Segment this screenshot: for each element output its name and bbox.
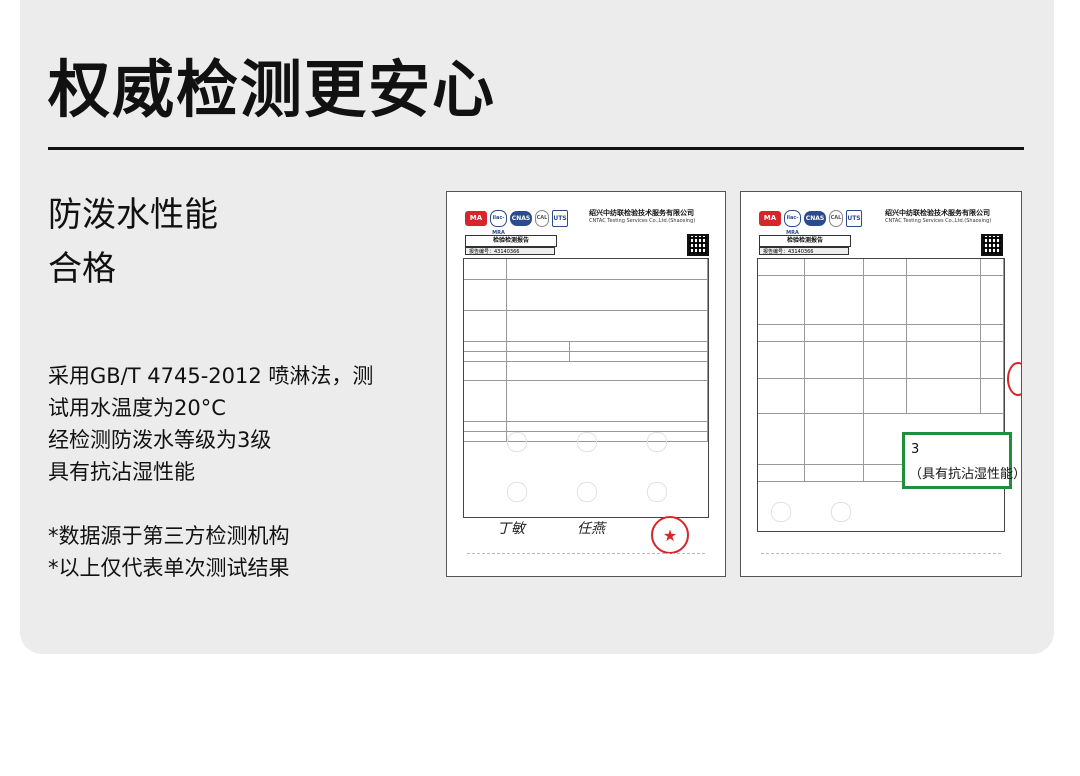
- report-title: 检验检测报告: [465, 235, 557, 247]
- uts-logo: UTS: [846, 210, 862, 227]
- cnas-logo: CNAS: [804, 211, 826, 226]
- red-seal-stamp-icon: ★: [651, 516, 689, 554]
- test-report-image-1: MA ilac-MRACNAS CAL UTS 绍兴中纺联检验技术服务有限公司 CNT…: [446, 191, 726, 577]
- test-report-image-2: MA ilac-MRACNAS CAL UTS 绍兴中纺联检验技术服务有限公司 CNT…: [740, 191, 1022, 577]
- qr-code-icon: [687, 234, 709, 256]
- footnote-2: *以上仅代表单次测试结果: [48, 556, 290, 580]
- title-divider: [48, 147, 1024, 150]
- footnotes: *数据源于第三方检测机构 *以上仅代表单次测试结果: [48, 520, 290, 584]
- watermark-icon: [577, 482, 597, 502]
- report-title: 检验检测报告: [759, 235, 851, 247]
- report-footer: [761, 553, 1001, 562]
- description: 采用GB/T 4745-2012 喷淋法，测 试用水温度为20°C 经检测防泼水…: [48, 360, 373, 488]
- cal-logo: CAL: [829, 210, 843, 227]
- result-highlight-box: 3 （具有抗沾湿性能）: [902, 432, 1026, 489]
- report-header: MA ilac-MRACNAS CAL UTS 绍兴中纺联检验技术服务有限公司 CNT…: [759, 208, 1003, 236]
- watermark-icon: [647, 482, 667, 502]
- watermark-icon: [831, 502, 851, 522]
- org-name: 绍兴中纺联检验技术服务有限公司 CNTAC Testing Services C…: [885, 208, 1003, 224]
- page-title: 权威检测更安心: [48, 53, 497, 126]
- cal-logo: CAL: [535, 210, 549, 227]
- description-line-4: 具有抗沾湿性能: [48, 460, 195, 484]
- org-name: 绍兴中纺联检验技术服务有限公司 CNTAC Testing Services C…: [589, 208, 707, 224]
- footnote-1: *数据源于第三方检测机构: [48, 524, 290, 548]
- ma-logo: MA: [465, 211, 487, 226]
- signature-1: 丁敏: [497, 521, 525, 537]
- report-number: 报告编号：43140366: [759, 247, 849, 255]
- watermark-icon: [577, 432, 597, 452]
- report-footer: [467, 553, 705, 562]
- watermark-icon: [507, 432, 527, 452]
- ilac-logo: ilac-MRA: [784, 210, 801, 236]
- report-table: [757, 258, 1005, 532]
- anti-wetting-note: （具有抗沾湿性能）: [909, 467, 1027, 482]
- uts-logo: UTS: [552, 210, 568, 227]
- org-name-cn: 绍兴中纺联检验技术服务有限公司: [885, 209, 990, 217]
- description-line-3: 经检测防泼水等级为3级: [48, 428, 272, 452]
- water-repellency-grade: 3: [911, 442, 920, 457]
- red-seal-edge-icon: [1007, 362, 1021, 396]
- ilac-logo: ilac-MRA: [490, 210, 507, 236]
- description-line-1: 采用GB/T 4745-2012 喷淋法，测: [48, 364, 374, 388]
- watermark-icon: [647, 432, 667, 452]
- org-name-en: CNTAC Testing Services Co.,Ltd.(Shaoxing…: [589, 218, 696, 224]
- report-header: MA ilac-MRACNAS CAL UTS 绍兴中纺联检验技术服务有限公司 CNT…: [465, 208, 707, 236]
- report-table: [463, 258, 709, 518]
- report-number: 报告编号：43140366: [465, 247, 555, 255]
- watermark-icon: [507, 482, 527, 502]
- headline-line-1: 防泼水性能: [48, 195, 218, 235]
- cnas-logo: CNAS: [510, 211, 532, 226]
- watermark-icon: [771, 502, 791, 522]
- ma-logo: MA: [759, 211, 781, 226]
- qr-code-icon: [981, 234, 1003, 256]
- headline-line-2: 合格: [48, 249, 116, 289]
- signature-2: 任燕: [577, 521, 605, 537]
- description-line-2: 试用水温度为20°C: [48, 396, 226, 420]
- headline: 防泼水性能 合格: [48, 188, 218, 296]
- org-name-cn: 绍兴中纺联检验技术服务有限公司: [589, 209, 694, 217]
- org-name-en: CNTAC Testing Services Co.,Ltd.(Shaoxing…: [885, 218, 992, 224]
